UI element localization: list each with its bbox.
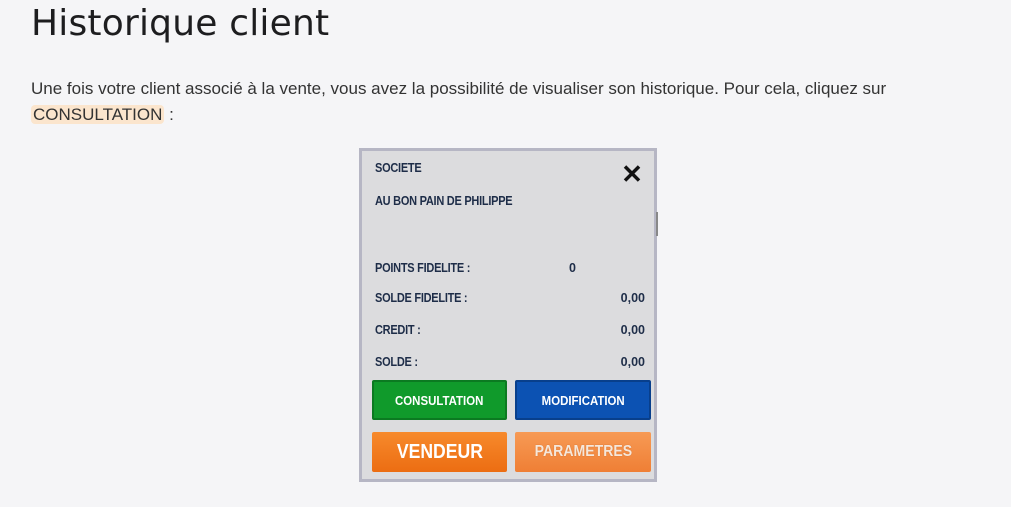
modification-button[interactable]: MODIFICATION [515, 380, 651, 420]
solde-fidelite-value: 0,00 [620, 291, 645, 305]
credit-value: 0,00 [620, 323, 645, 337]
instruction-paragraph: Une fois votre client associé à la vente… [31, 76, 981, 128]
consultation-button[interactable]: CONSULTATION [372, 380, 507, 420]
panel-edge-divider [656, 212, 658, 236]
parametres-button-label: PARAMETRES [534, 443, 632, 460]
credit-label: CREDIT : [375, 323, 421, 337]
consultation-highlight: CONSULTATION [31, 105, 165, 124]
points-fidelite-value: 0 [569, 261, 576, 275]
points-fidelite-label: POINTS FIDELITE : [375, 261, 471, 275]
client-panel: SOCIETE ✕ AU BON PAIN DE PHILIPPE POINTS… [359, 148, 657, 482]
parametres-button[interactable]: PARAMETRES [515, 432, 651, 472]
solde-fidelite-label: SOLDE FIDELITE : [375, 291, 468, 305]
solde-value: 0,00 [620, 355, 645, 369]
company-name: AU BON PAIN DE PHILIPPE [375, 194, 513, 208]
solde-label: SOLDE : [375, 355, 418, 369]
modification-button-label: MODIFICATION [541, 392, 625, 408]
vendeur-button-label: VENDEUR [396, 440, 483, 463]
close-icon[interactable]: ✕ [621, 161, 643, 187]
instruction-text: Une fois votre client associé à la vente… [31, 79, 887, 98]
consultation-button-label: CONSULTATION [395, 392, 484, 408]
societe-label: SOCIETE [375, 161, 422, 175]
page-title: Historique client [31, 3, 330, 44]
vendeur-button[interactable]: VENDEUR [372, 432, 507, 472]
instruction-text-end: : [164, 105, 174, 124]
